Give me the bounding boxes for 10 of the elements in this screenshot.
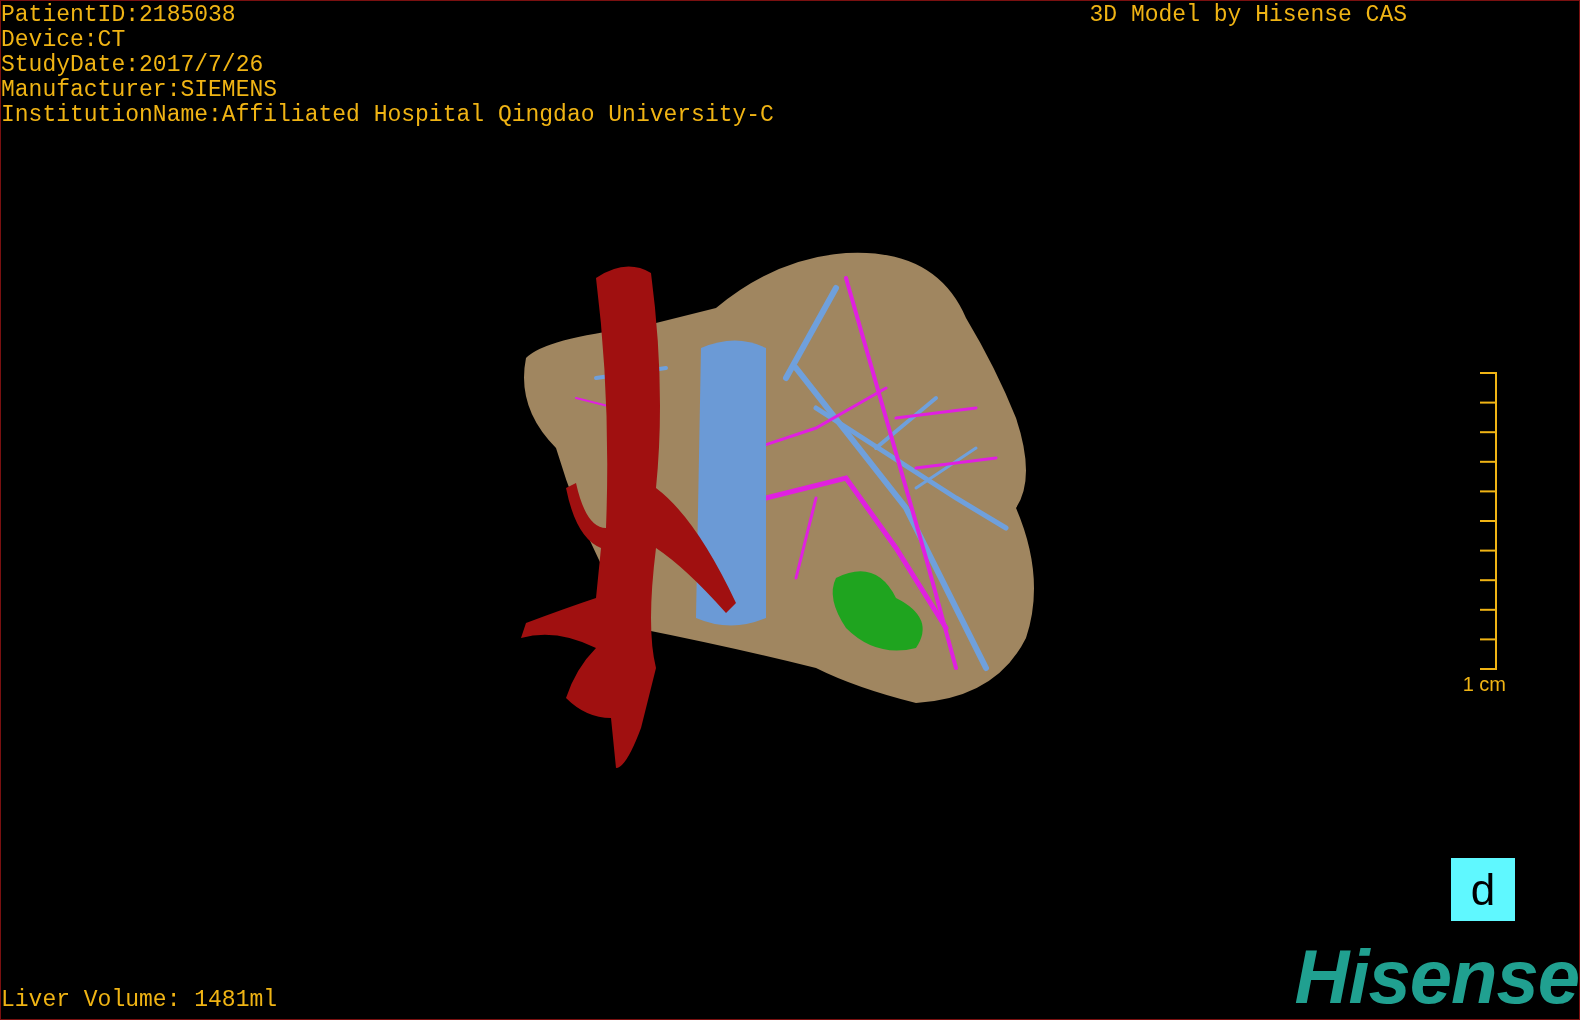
info-text: InstitutionName:Affiliated Hospital Qingdao University-C	[1, 103, 774, 128]
info-text: PatientID:2185038	[1, 3, 237, 28]
scale-label: 1 cm	[1462, 673, 1506, 695]
credit-text: 3D Model by Hisense CAS	[1089, 1, 1407, 28]
info-text: StudyDate:2017/7/26	[1, 53, 265, 78]
liver-volume-text: Liver Volume: 1481ml	[1, 988, 278, 1013]
info-text: Device:CT	[1, 28, 127, 53]
orientation-marker: d	[1451, 858, 1515, 921]
info-text: Manufacturer:SIEMENS	[1, 78, 279, 103]
logo-text: Hisense	[1294, 943, 1579, 1011]
